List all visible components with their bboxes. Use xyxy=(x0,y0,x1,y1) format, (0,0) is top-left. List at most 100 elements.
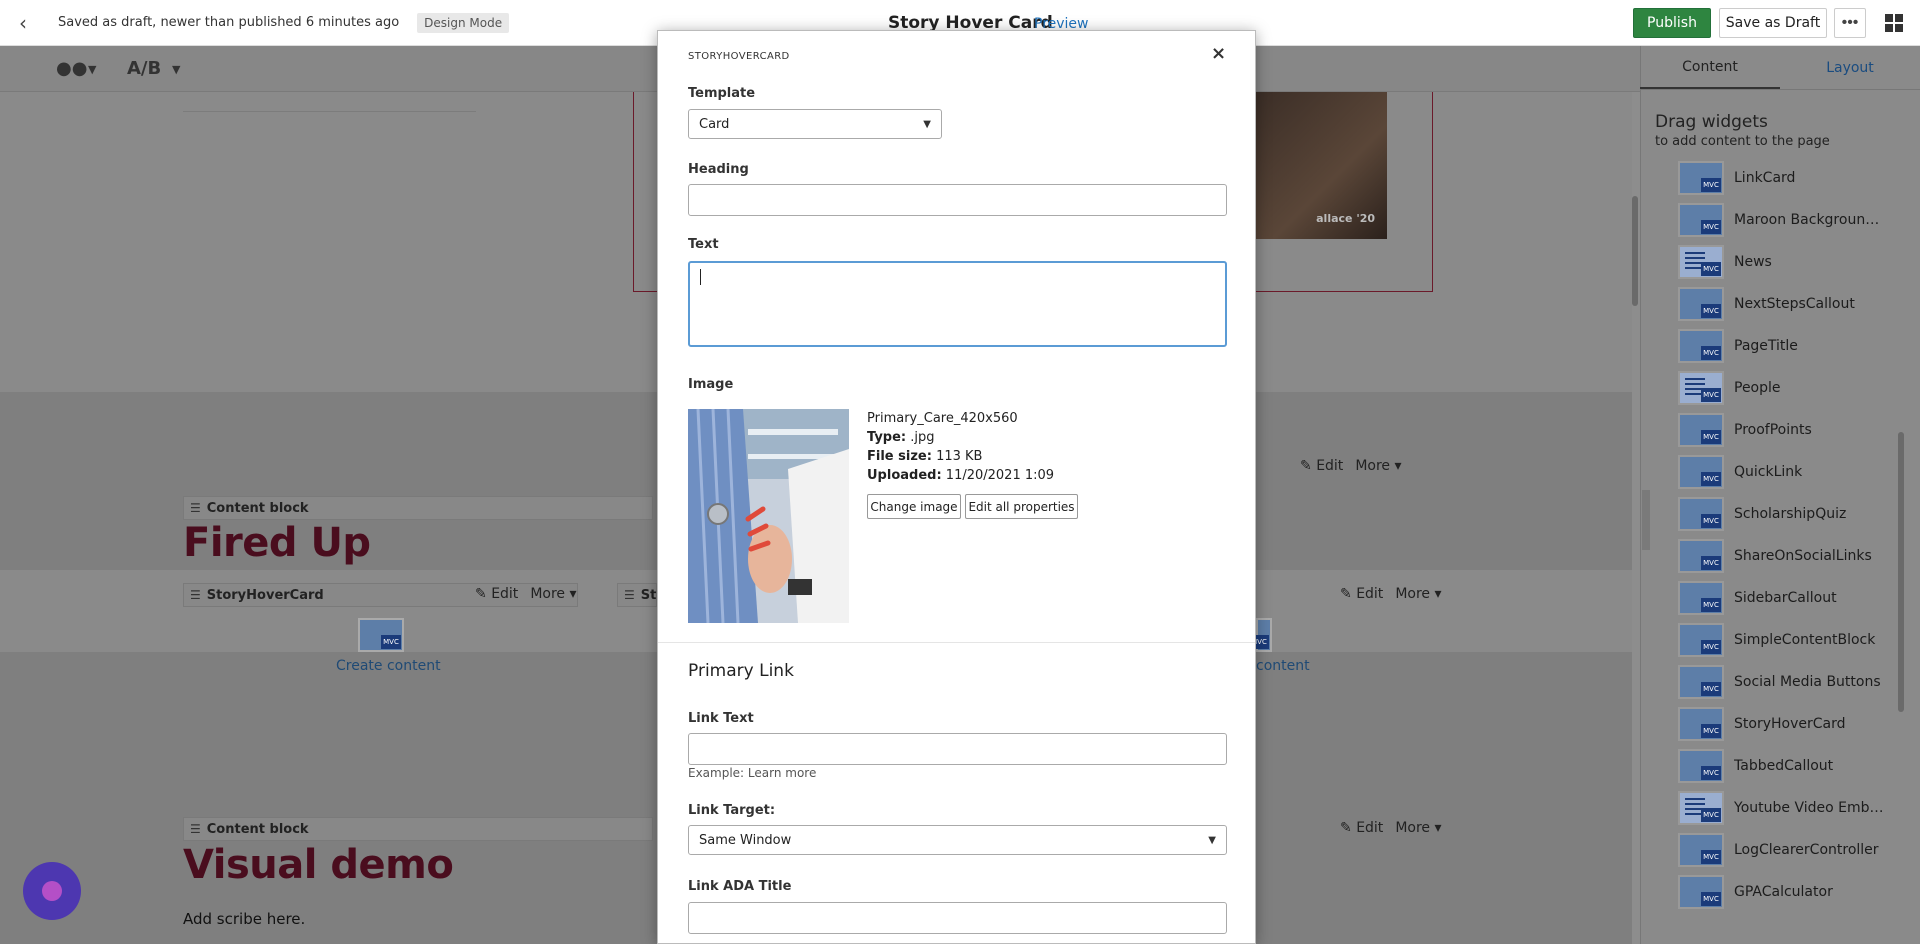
drag-handle-icon[interactable]: ☰ xyxy=(190,822,201,836)
more-actions-button[interactable]: ••• xyxy=(1834,8,1866,38)
content-block-body: Add scribe here. xyxy=(183,910,306,928)
more-dropdown[interactable]: More ▾ xyxy=(1395,586,1441,602)
widget-item-label: StoryHoverCard xyxy=(1734,716,1846,732)
mvc-widget-icon xyxy=(1678,833,1724,867)
apps-grid-icon[interactable] xyxy=(1885,14,1903,32)
widget-item-label: People xyxy=(1734,380,1781,396)
widget-item-label: SimpleContentBlock xyxy=(1734,632,1876,648)
image-metadata: Primary_Care_420x560 Type: .jpg File siz… xyxy=(867,411,1055,483)
visual-demo-heading: Visual demo xyxy=(183,842,454,888)
widget-item[interactable]: Social Media Buttons xyxy=(1678,664,1918,700)
widget-item[interactable]: SimpleContentBlock xyxy=(1678,622,1918,658)
widget-item[interactable]: ProofPoints xyxy=(1678,412,1918,448)
change-image-button[interactable]: Change image xyxy=(867,494,961,519)
more-dropdown[interactable]: More ▾ xyxy=(1355,458,1401,474)
widget-item-label: ShareOnSocialLinks xyxy=(1734,548,1872,564)
mvc-widget-icon xyxy=(1678,455,1724,489)
mvc-widget-icon xyxy=(1678,665,1724,699)
content-block-header[interactable]: ☰ Content block xyxy=(183,817,653,841)
canvas-field xyxy=(183,92,476,112)
widget-item[interactable]: StoryHoverCard xyxy=(1678,706,1918,742)
edit-button[interactable]: ✎ Edit xyxy=(1300,458,1343,474)
fired-up-heading: Fired Up xyxy=(183,520,371,566)
mvc-widget-icon xyxy=(1678,203,1724,237)
widget-item[interactable]: People xyxy=(1678,370,1918,406)
chevron-down-icon[interactable]: ▼ xyxy=(88,63,96,76)
link-target-select[interactable]: Same Window ▼ xyxy=(688,825,1227,855)
mvc-widget-icon xyxy=(1678,791,1724,825)
widget-item-label: Youtube Video Embed xyxy=(1734,800,1884,816)
widget-item[interactable]: NextStepsCallout xyxy=(1678,286,1918,322)
widget-item-label: News xyxy=(1734,254,1772,270)
link-text-input[interactable] xyxy=(688,733,1227,765)
link-ada-title-input[interactable] xyxy=(688,902,1227,934)
widget-item[interactable]: PageTitle xyxy=(1678,328,1918,364)
image-filename: Primary_Care_420x560 xyxy=(867,411,1018,426)
drag-handle-icon[interactable]: ☰ xyxy=(190,501,201,515)
image-thumbnail xyxy=(688,409,849,623)
save-as-draft-button[interactable]: Save as Draft xyxy=(1719,8,1827,38)
template-select[interactable]: Card ▼ xyxy=(688,109,942,139)
drag-handle-icon[interactable]: ☰ xyxy=(190,588,201,602)
image-uploaded: 11/20/2021 1:09 xyxy=(945,468,1055,483)
widget-item[interactable]: News xyxy=(1678,244,1918,280)
mvc-widget-icon xyxy=(1678,371,1724,405)
text-textarea[interactable] xyxy=(688,261,1227,347)
widget-edit-controls[interactable]: ✎ Edit More ▾ xyxy=(1340,586,1442,602)
widget-item[interactable]: Youtube Video Embed xyxy=(1678,790,1918,826)
widget-item[interactable]: ShareOnSocialLinks xyxy=(1678,538,1918,574)
widget-item[interactable]: LinkCard xyxy=(1678,160,1918,196)
widget-edit-controls[interactable]: ✎ Edit More ▾ xyxy=(475,586,577,602)
storyhovercard-header[interactable]: ☰ Sto xyxy=(617,583,665,607)
content-block-header[interactable]: ☰ Content block xyxy=(183,496,653,520)
mvc-widget-icon xyxy=(1678,413,1724,447)
widget-item[interactable]: Maroon Background ... xyxy=(1678,202,1918,238)
widget-item-label: GPACalculator xyxy=(1734,884,1833,900)
canvas-scrollbar[interactable] xyxy=(1632,196,1638,306)
widget-item-label: ScholarshipQuiz xyxy=(1734,506,1847,522)
mvc-widget-icon xyxy=(1678,581,1724,615)
tab-layout[interactable]: Layout xyxy=(1780,46,1920,89)
edit-button[interactable]: ✎ Edit xyxy=(1340,820,1383,836)
more-dropdown[interactable]: More ▾ xyxy=(1395,820,1441,836)
edit-button[interactable]: ✎ Edit xyxy=(1340,586,1383,602)
drag-handle-icon[interactable]: ☰ xyxy=(624,588,635,602)
draft-status: Saved as draft, newer than published 6 m… xyxy=(58,15,400,30)
widget-item-label: ProofPoints xyxy=(1734,422,1812,438)
personalization-icon[interactable]: ●● xyxy=(56,58,87,79)
widget-item[interactable]: QuickLink xyxy=(1678,454,1918,490)
widget-item[interactable]: GPACalculator xyxy=(1678,874,1918,910)
close-icon[interactable]: × xyxy=(1211,43,1226,64)
edit-all-properties-button[interactable]: Edit all properties xyxy=(965,494,1078,519)
publish-button[interactable]: Publish xyxy=(1633,8,1711,38)
heading-input[interactable] xyxy=(688,184,1227,216)
widget-item[interactable]: ScholarshipQuiz xyxy=(1678,496,1918,532)
link-ada-title-label: Link ADA Title xyxy=(688,879,792,894)
widget-edit-controls[interactable]: ✎ Edit More ▾ xyxy=(1340,820,1442,836)
section-edit-controls[interactable]: ✎ Edit More ▾ xyxy=(1300,458,1402,474)
chevron-down-icon: ▼ xyxy=(1208,834,1216,846)
sidebar-collapse-handle[interactable] xyxy=(1642,490,1650,550)
ab-test-label[interactable]: A/B xyxy=(127,58,161,79)
widget-item-label: QuickLink xyxy=(1734,464,1803,480)
create-content-link[interactable]: Create content xyxy=(336,658,441,674)
sidebar-title: Drag widgets xyxy=(1655,112,1768,132)
widget-item[interactable]: TabbedCallout xyxy=(1678,748,1918,784)
mvc-widget-icon xyxy=(1678,329,1724,363)
widget-item-label: TabbedCallout xyxy=(1734,758,1834,774)
widget-item[interactable]: SidebarCallout xyxy=(1678,580,1918,616)
create-content-link[interactable]: content xyxy=(1256,658,1310,674)
chevron-down-icon: ▼ xyxy=(923,118,931,130)
edit-button[interactable]: ✎ Edit xyxy=(475,586,518,602)
chevron-down-icon[interactable]: ▼ xyxy=(172,63,180,76)
tab-content[interactable]: Content xyxy=(1640,46,1780,89)
widget-item[interactable]: LogClearerController xyxy=(1678,832,1918,868)
mvc-widget-icon xyxy=(358,618,404,652)
mvc-widget-icon xyxy=(1678,287,1724,321)
sidebar-scrollbar[interactable] xyxy=(1898,432,1904,712)
assistant-bubble-icon[interactable] xyxy=(23,862,81,920)
section-divider xyxy=(658,642,1255,643)
back-arrow-icon[interactable]: ‹ xyxy=(0,0,46,46)
widget-item-label: PageTitle xyxy=(1734,338,1798,354)
more-dropdown[interactable]: More ▾ xyxy=(530,586,576,602)
